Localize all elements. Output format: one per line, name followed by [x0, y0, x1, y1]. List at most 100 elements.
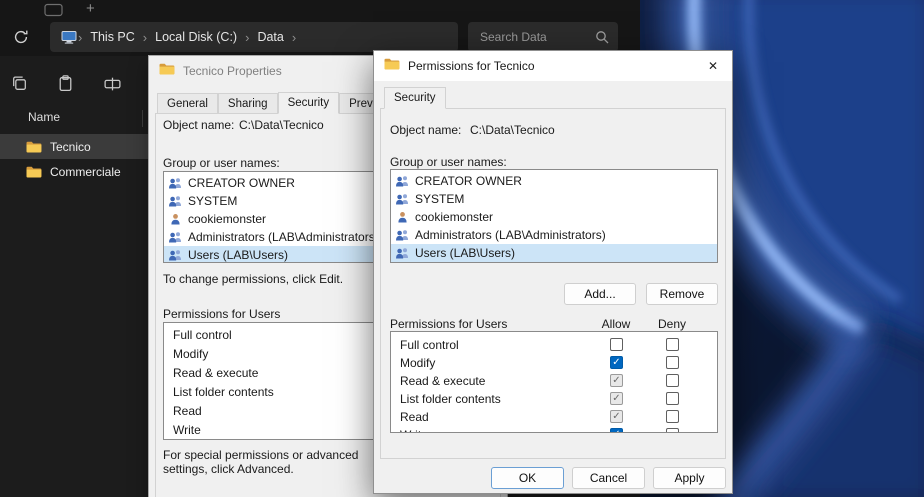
column-divider — [142, 110, 143, 127]
search-icon[interactable] — [595, 30, 609, 49]
deny-column-header: Deny — [652, 317, 692, 331]
object-name-value: C:\Data\Tecnico — [470, 123, 555, 137]
breadcrumb-item[interactable]: Local Disk (C:) — [148, 30, 244, 44]
allow-checkbox[interactable]: ✓ — [610, 374, 623, 387]
allow-checkbox[interactable]: ✓ — [610, 356, 623, 369]
group-label: Users (LAB\Users) — [188, 248, 288, 262]
rename-icon[interactable] — [103, 74, 122, 98]
group-icon — [395, 175, 410, 187]
edit-hint: To change permissions, click Edit. — [163, 272, 343, 286]
group-icon — [395, 247, 410, 259]
group-list-label: Group or user names: — [163, 156, 280, 170]
user-icon — [168, 213, 183, 225]
new-tab-icon[interactable]: + — [86, 0, 95, 18]
allow-column-header: Allow — [596, 317, 636, 331]
object-name-label: Object name: — [163, 118, 234, 132]
permissions-dialog-title: Permissions for Tecnico — [408, 59, 535, 73]
group-list: CREATOR OWNER SYSTEM cookiemonster Administ… — [390, 169, 718, 263]
folder-list: Tecnico Commerciale — [0, 134, 148, 184]
breadcrumb-item[interactable]: This PC — [83, 30, 141, 44]
add-button[interactable]: Add... — [564, 283, 636, 305]
group-list-item[interactable]: SYSTEM — [391, 190, 717, 208]
permission-row: List folder contents ✓ — [391, 390, 717, 408]
user-icon — [395, 211, 410, 223]
permission-name: Full control — [400, 338, 459, 352]
permission-name: Modify — [400, 356, 435, 370]
tab-sharing[interactable]: Sharing — [218, 93, 278, 114]
permissions-dialog: Permissions for Tecnico ✕ Security Objec… — [373, 50, 733, 494]
group-icon — [168, 249, 183, 261]
permissions-tabs: Security — [384, 87, 446, 109]
allow-checkbox[interactable]: ✓ — [610, 428, 623, 433]
deny-checkbox[interactable] — [666, 338, 679, 351]
tab-bar: + — [0, 0, 640, 20]
group-list-item[interactable]: cookiemonster — [391, 208, 717, 226]
allow-checkbox[interactable]: ✓ — [610, 410, 623, 423]
folder-label: Commerciale — [50, 165, 121, 179]
close-icon: ✕ — [708, 59, 718, 73]
deny-checkbox[interactable] — [666, 356, 679, 369]
copy-icon[interactable] — [10, 74, 29, 98]
permission-name: Read & execute — [400, 374, 485, 388]
group-label: cookiemonster — [415, 210, 493, 224]
permissions-list: Full controlModify✓Read & execute✓List f… — [390, 331, 718, 433]
permission-row: Write ✓ — [391, 426, 717, 433]
column-header-name[interactable]: Name — [28, 110, 60, 124]
group-label: CREATOR OWNER — [188, 176, 295, 190]
deny-checkbox[interactable] — [666, 374, 679, 387]
search-box — [468, 22, 618, 52]
close-button[interactable]: ✕ — [694, 51, 732, 81]
remove-button[interactable]: Remove — [646, 283, 718, 305]
tab-security[interactable]: Security — [278, 92, 340, 114]
screen: + ›This PC›Local Disk (C:)›Data› — [0, 0, 924, 497]
tab-security[interactable]: Security — [384, 87, 446, 109]
folder-icon — [159, 62, 175, 80]
permissions-label: Permissions for Users — [390, 317, 507, 331]
permission-row: Read ✓ — [391, 408, 717, 426]
group-icon — [168, 231, 183, 243]
group-label: Administrators (LAB\Administrators) — [188, 230, 379, 244]
object-name-label: Object name: — [390, 123, 461, 137]
chevron-right-icon: › — [291, 30, 297, 45]
deny-checkbox[interactable] — [666, 428, 679, 433]
deny-checkbox[interactable] — [666, 392, 679, 405]
object-name-value: C:\Data\Tecnico — [239, 118, 324, 132]
refresh-icon[interactable] — [13, 29, 29, 50]
permission-name: Read — [400, 410, 429, 424]
group-list-label: Group or user names: — [390, 155, 507, 169]
allow-checkbox[interactable]: ✓ — [610, 392, 623, 405]
group-icon — [395, 229, 410, 241]
deny-checkbox[interactable] — [666, 410, 679, 423]
command-bar — [0, 70, 148, 100]
permission-name: Write — [400, 428, 428, 433]
paste-icon[interactable] — [56, 74, 75, 98]
group-label: SYSTEM — [188, 194, 237, 208]
permission-name: List folder contents — [400, 392, 501, 406]
breadcrumb: ›This PC›Local Disk (C:)›Data› — [50, 22, 458, 52]
sidebar-folder-row[interactable]: Tecnico — [0, 134, 148, 159]
group-label: CREATOR OWNER — [415, 174, 522, 188]
group-list-item[interactable]: Administrators (LAB\Administrators) — [391, 226, 717, 244]
search-input[interactable] — [478, 22, 593, 52]
ok-button[interactable]: OK — [491, 467, 564, 489]
cancel-button[interactable]: Cancel — [572, 467, 645, 489]
folder-label: Tecnico — [50, 140, 91, 154]
breadcrumb-item[interactable]: Data — [250, 30, 290, 44]
group-label: Administrators (LAB\Administrators) — [415, 228, 606, 242]
allow-checkbox[interactable] — [610, 338, 623, 351]
group-label: cookiemonster — [188, 212, 266, 226]
permissions-label: Permissions for Users — [163, 307, 280, 321]
group-list-item[interactable]: CREATOR OWNER — [391, 172, 717, 190]
permissions-dialog-titlebar[interactable]: Permissions for Tecnico — [374, 51, 732, 81]
permission-row: Read & execute ✓ — [391, 372, 717, 390]
folder-icon — [384, 57, 400, 75]
group-label: SYSTEM — [415, 192, 464, 206]
permission-row: Full control — [391, 336, 717, 354]
group-icon — [168, 177, 183, 189]
folder-icon — [26, 165, 42, 178]
advanced-hint: For special permissions or advanced sett… — [163, 448, 405, 476]
tab-general[interactable]: General — [157, 93, 218, 114]
sidebar-folder-row[interactable]: Commerciale — [0, 159, 148, 184]
apply-button[interactable]: Apply — [653, 467, 726, 489]
group-list-item[interactable]: Users (LAB\Users) — [391, 244, 717, 262]
